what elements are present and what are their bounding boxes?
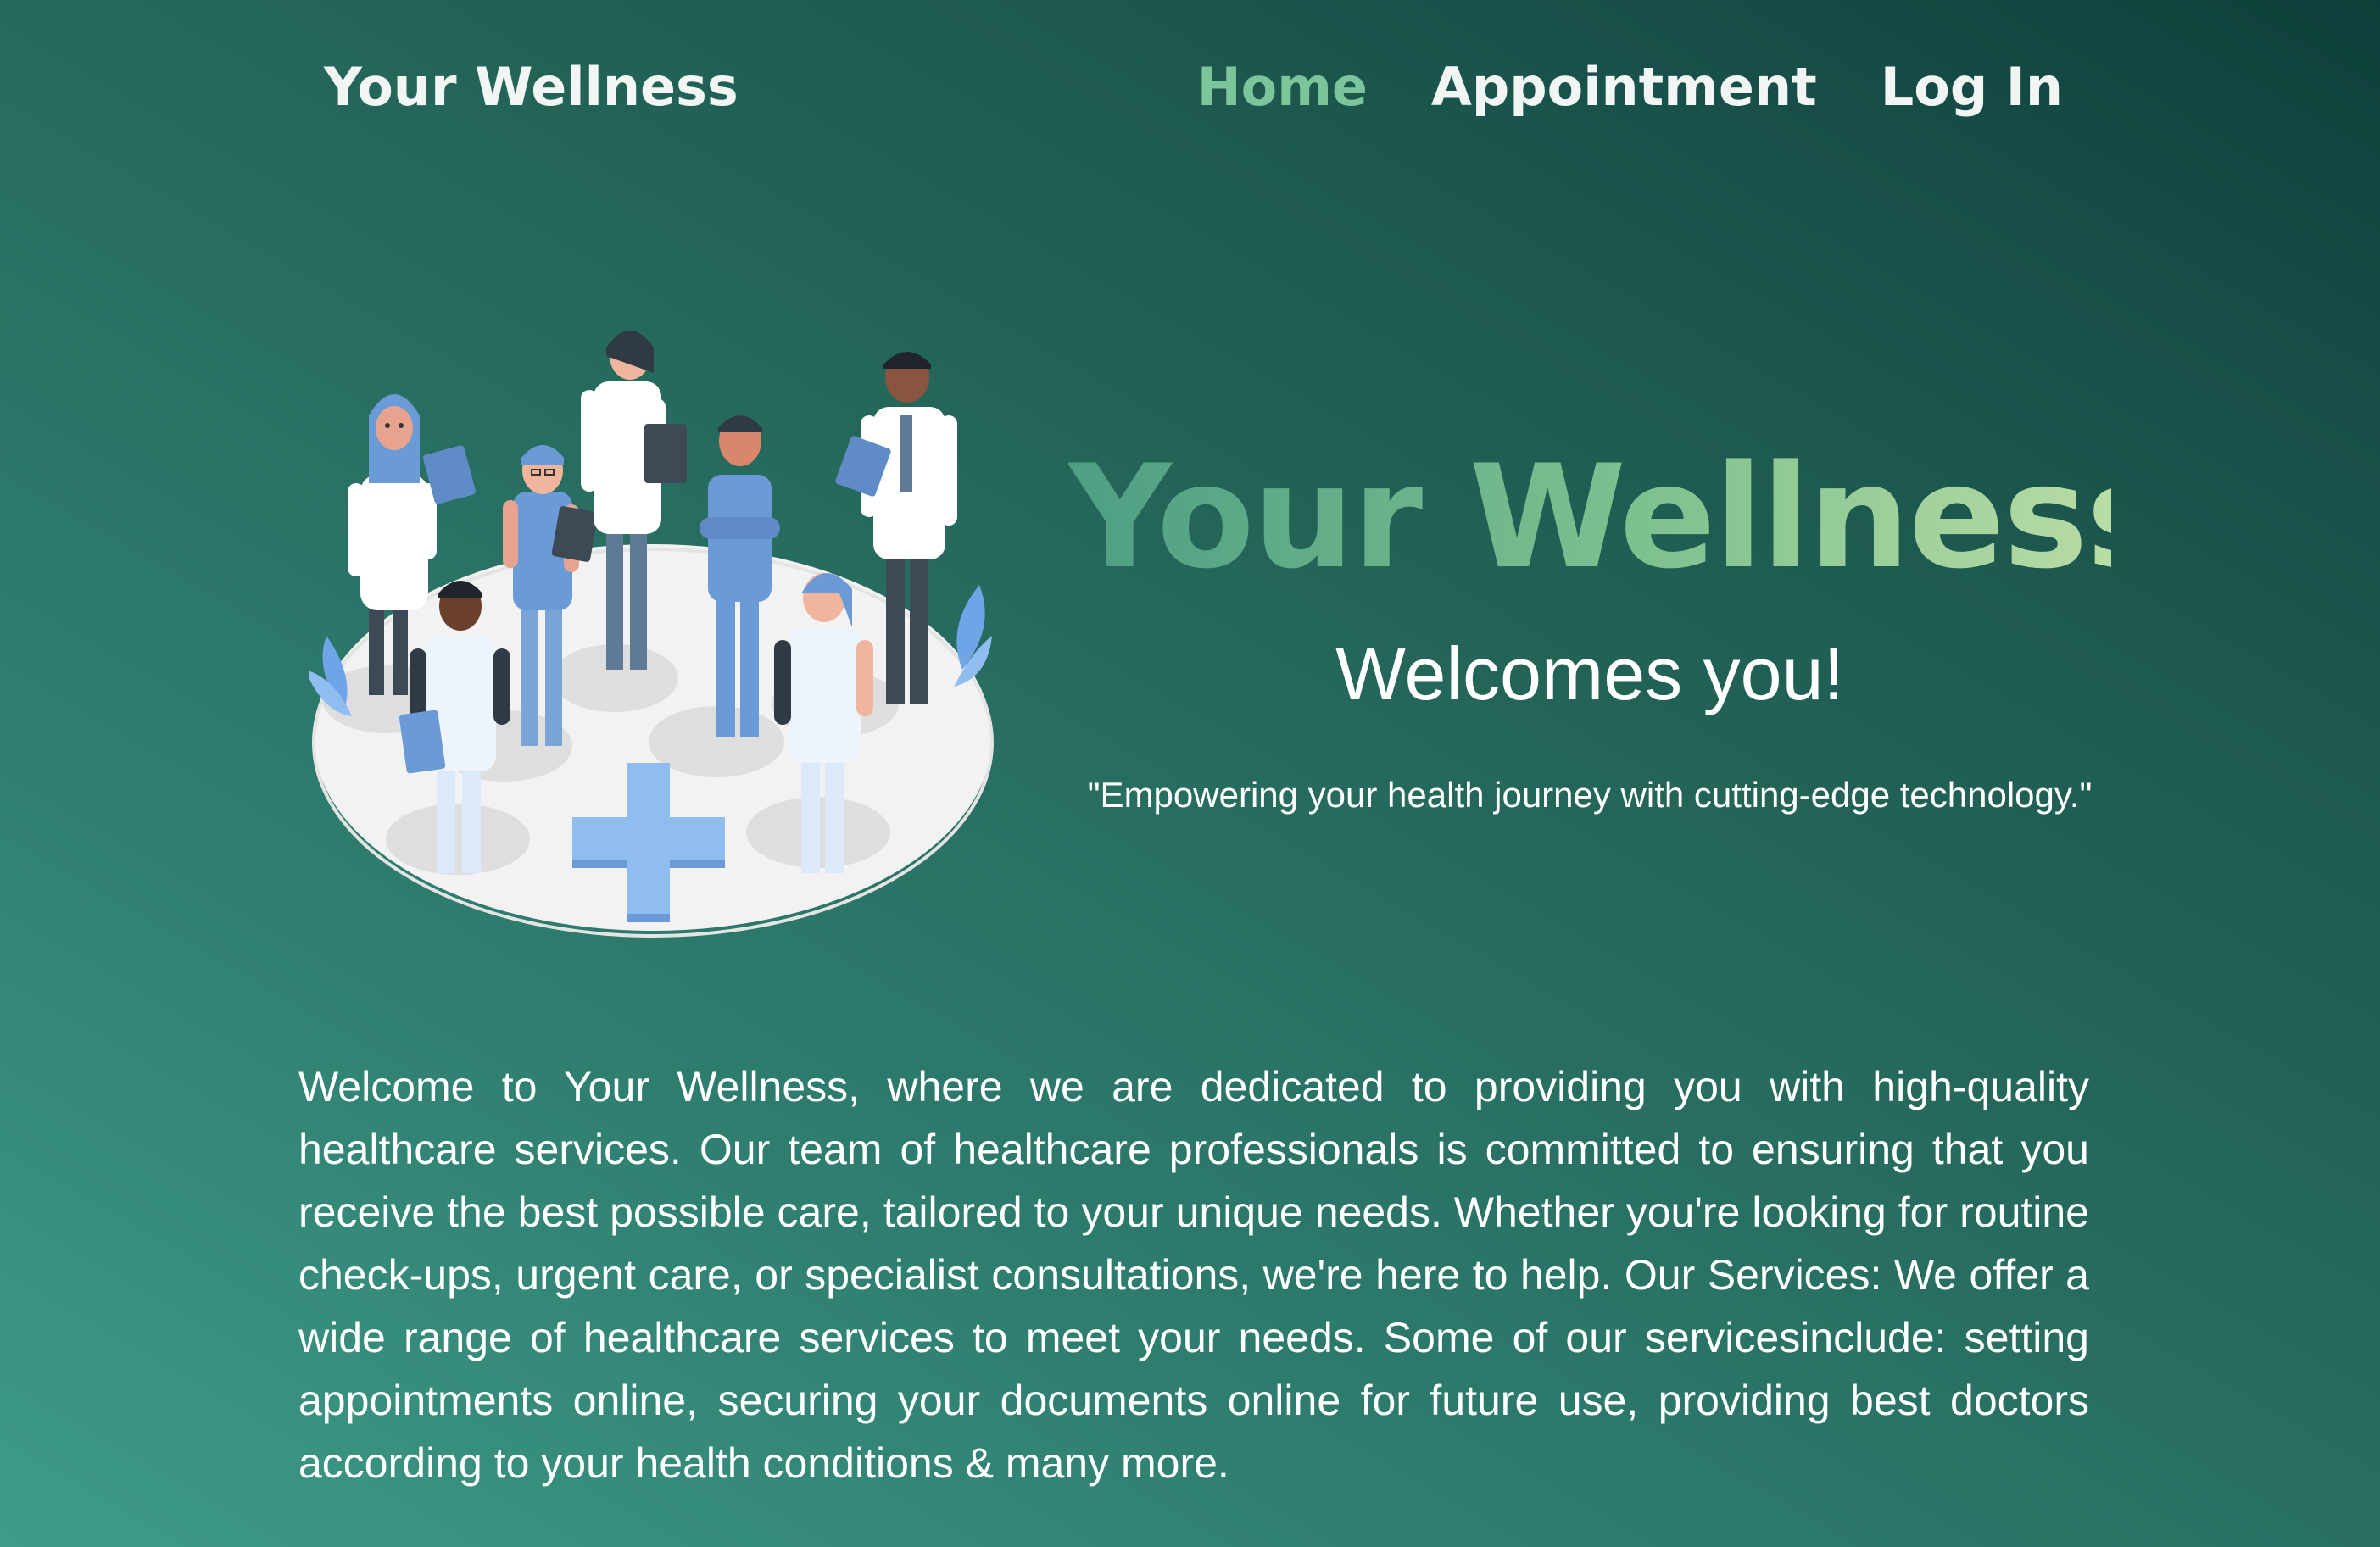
nav-link-appointment[interactable]: Appointment bbox=[1431, 49, 1817, 125]
brand-logo-link[interactable]: Your Wellness bbox=[324, 49, 739, 125]
medical-team-illustration bbox=[305, 314, 996, 941]
hero-title: Your Wellness bbox=[1068, 434, 2171, 600]
about-paragraph: Welcome to Your Wellness, where we are d… bbox=[298, 1063, 2089, 1487]
nav-link-login[interactable]: Log In bbox=[1881, 49, 2063, 125]
navbar: Your Wellness Home Appointment Log In bbox=[0, 49, 2380, 125]
nav-links: Home Appointment Log In bbox=[1197, 49, 2063, 125]
hero-tagline: "Empowering your health journey with cut… bbox=[1087, 775, 2093, 815]
page: Your Wellness Home Appointment Log In Yo… bbox=[0, 0, 2380, 1547]
hero-subtitle: Welcomes you! bbox=[1335, 632, 1844, 715]
hero-text: Your Wellness Welcomes you! "Empowering … bbox=[1068, 432, 2171, 819]
nav-link-home[interactable]: Home bbox=[1197, 49, 1368, 125]
